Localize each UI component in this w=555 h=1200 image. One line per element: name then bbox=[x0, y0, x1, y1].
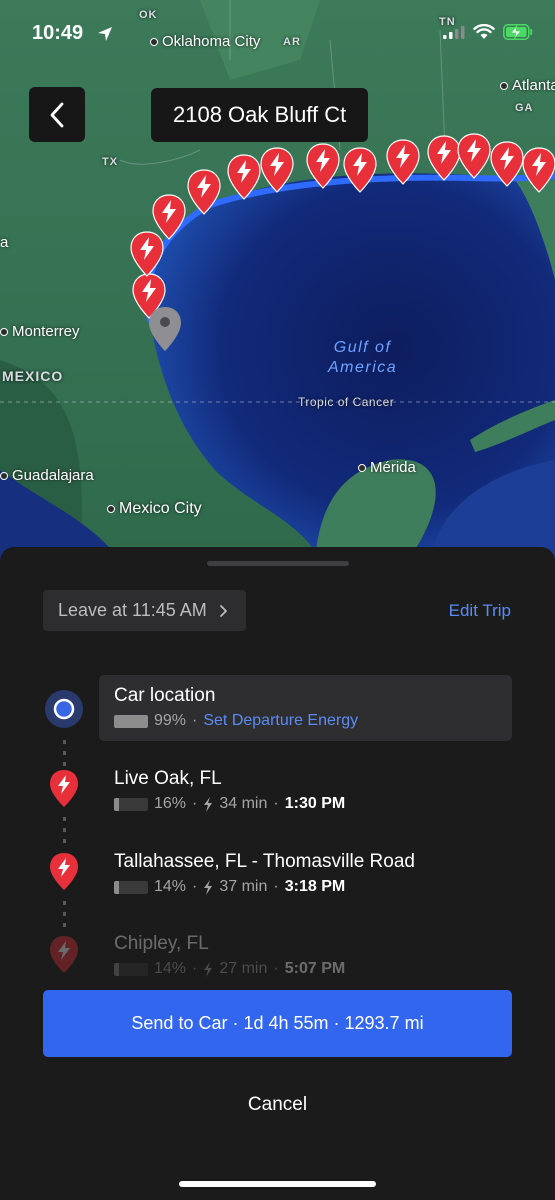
edit-trip-link[interactable]: Edit Trip bbox=[449, 601, 511, 621]
battery-level-icon bbox=[114, 714, 148, 728]
separator: · bbox=[192, 960, 198, 977]
separator: · bbox=[273, 795, 279, 812]
charge-time: 34 min bbox=[219, 795, 268, 812]
map-label-ok: OK bbox=[139, 9, 158, 21]
battery-level-icon bbox=[114, 962, 148, 976]
status-time: 10:49 bbox=[32, 22, 84, 44]
separator: · bbox=[192, 878, 198, 895]
map-label-gulf: Gulf of America bbox=[328, 339, 398, 376]
supercharger-pin-icon[interactable] bbox=[258, 146, 296, 196]
home-indicator bbox=[179, 1181, 376, 1187]
arrival-time: 1:30 PM bbox=[284, 795, 346, 812]
battery-percent: 14% bbox=[154, 878, 187, 895]
charge-time: 37 min bbox=[219, 878, 268, 895]
map-label-tx: TX bbox=[102, 156, 119, 168]
chevron-left-icon bbox=[50, 102, 64, 127]
map-label-atlanta: Atlanta bbox=[500, 77, 555, 94]
map-label-ga: GA bbox=[515, 102, 534, 114]
map-label-monterrey: Monterrey bbox=[0, 323, 80, 340]
separator: · bbox=[273, 878, 279, 895]
arrival-time: 5:07 PM bbox=[284, 960, 346, 977]
supercharger-pin-icon[interactable] bbox=[520, 146, 555, 196]
stop-name-chipley: Chipley, FL bbox=[114, 933, 209, 954]
map-label-guadalajara: Guadalajara bbox=[0, 467, 94, 484]
leave-time-label: Leave at 11:45 AM bbox=[58, 600, 207, 620]
map-label-tropic: Tropic of Cancer bbox=[298, 395, 395, 409]
stop-name-tallahassee[interactable]: Tallahassee, FL - Thomasville Road bbox=[114, 851, 415, 873]
separator: · bbox=[192, 795, 198, 812]
map-label-ar: AR bbox=[283, 36, 301, 48]
supercharger-pin-icon[interactable] bbox=[384, 138, 422, 188]
leave-time-button[interactable]: Leave at 11:45 AM bbox=[43, 590, 246, 631]
back-button[interactable] bbox=[29, 87, 85, 142]
cellular-signal-icon bbox=[443, 26, 465, 39]
charging-bolt-icon bbox=[204, 961, 213, 977]
charging-bolt-icon bbox=[204, 879, 213, 895]
stop-meta-car-location: 99% · Set Departure Energy bbox=[114, 712, 358, 730]
drag-handle[interactable] bbox=[207, 561, 349, 566]
arrival-time: 3:18 PM bbox=[284, 878, 346, 895]
battery-percent: 14% bbox=[154, 960, 187, 977]
charge-time: 27 min bbox=[219, 960, 268, 977]
destination-title[interactable]: 2108 Oak Bluff Ct bbox=[151, 88, 369, 142]
stop-name-car-location: Car location bbox=[114, 685, 216, 706]
wifi-icon bbox=[473, 24, 495, 39]
location-pin-icon[interactable] bbox=[146, 305, 184, 355]
set-departure-energy-link[interactable]: Set Departure Energy bbox=[203, 712, 358, 730]
map-label-oklahoma-city: Oklahoma City bbox=[150, 33, 260, 50]
route-dots bbox=[63, 817, 66, 850]
map-label-merida: Mérida bbox=[358, 459, 416, 476]
map-label-mexico: MEXICO bbox=[2, 368, 64, 384]
stop-name-live-oak[interactable]: Live Oak, FL bbox=[114, 768, 222, 790]
map-label-fragment: a bbox=[0, 234, 9, 251]
supercharger-pin-icon bbox=[50, 936, 78, 973]
stop-meta-live-oak: 16% · 34 min · 1:30 PM bbox=[114, 795, 345, 813]
supercharger-pin-icon[interactable] bbox=[150, 193, 188, 243]
separator: · bbox=[192, 712, 198, 729]
trip-panel: Leave at 11:45 AM Edit Trip Car location… bbox=[0, 547, 555, 1200]
battery-charging-icon bbox=[503, 24, 533, 40]
map-view[interactable]: OK Oklahoma City AR TN Atlanta GA TX a M… bbox=[0, 0, 555, 560]
cancel-button[interactable]: Cancel bbox=[0, 1094, 555, 1116]
chevron-right-icon bbox=[219, 604, 227, 617]
stop-meta-tallahassee: 14% · 37 min · 3:18 PM bbox=[114, 878, 345, 896]
supercharger-pin-icon[interactable] bbox=[185, 168, 223, 218]
battery-level-icon bbox=[114, 880, 148, 894]
supercharger-pin-icon[interactable] bbox=[304, 142, 342, 192]
supercharger-pin-icon bbox=[50, 770, 78, 807]
battery-percent: 16% bbox=[154, 795, 187, 812]
car-location-icon bbox=[45, 690, 83, 728]
separator: · bbox=[273, 960, 279, 977]
supercharger-pin-icon bbox=[50, 853, 78, 890]
battery-level-icon bbox=[114, 797, 148, 811]
supercharger-pin-icon[interactable] bbox=[341, 146, 379, 196]
map-label-mexico-city: Mexico City bbox=[107, 500, 202, 518]
battery-percent: 99% bbox=[154, 712, 187, 729]
stop-meta-chipley: 14% · 27 min · 5:07 PM bbox=[114, 960, 345, 978]
route-dots bbox=[63, 901, 66, 934]
location-arrow-icon bbox=[98, 27, 112, 41]
send-to-car-button[interactable]: Send to Car · 1d 4h 55m · 1293.7 mi bbox=[43, 990, 512, 1057]
charging-bolt-icon bbox=[204, 796, 213, 812]
